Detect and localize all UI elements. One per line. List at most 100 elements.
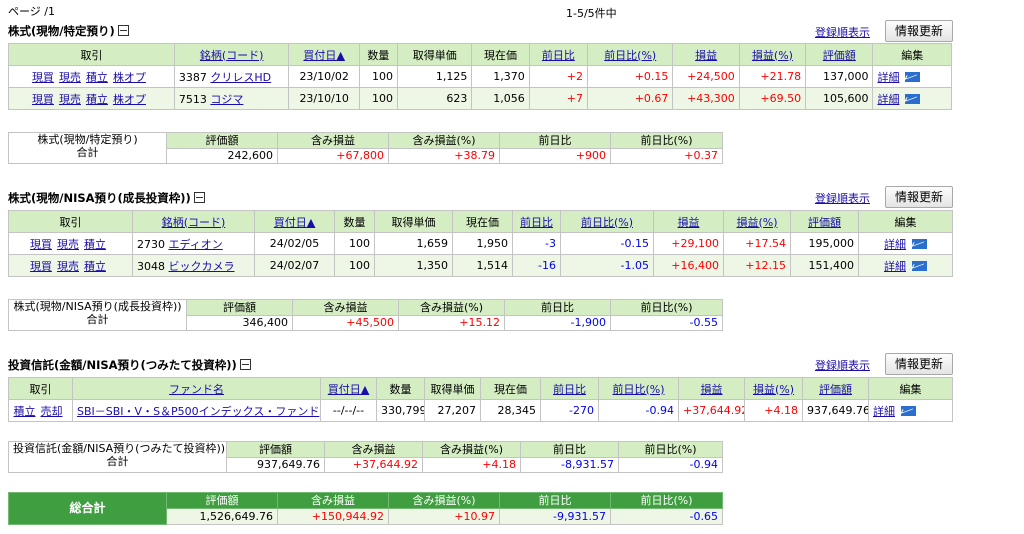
col-header[interactable]: 前日比(%) [598,377,679,400]
accumulate-link[interactable]: 積立 [14,405,36,418]
summary-header: 含み損益(%) [422,441,521,458]
grand-total-header: 前日比 [499,492,611,509]
mail-icon[interactable] [905,93,921,104]
sort-registration-link[interactable]: 登録順表示 [815,24,870,40]
accumulate-link[interactable]: 積立 [86,71,108,84]
quantity: 100 [358,65,399,88]
summary-label-line2: 合計 [106,455,129,468]
detail-link[interactable]: 詳細 [877,93,899,106]
col-header[interactable]: 前日比(%) [586,43,674,66]
summary-label: 株式(現物/NISA預り(成長投資枠)) 合計 [8,299,187,331]
quantity: 100 [358,87,399,110]
summary-day-change: +900 [499,148,611,164]
collapse-icon[interactable] [193,192,205,203]
summary-valuation: 346,400 [186,315,293,331]
col-header[interactable]: 損益(%) [744,377,803,400]
edit-cell: 詳細 [868,399,953,422]
stock-name-link[interactable]: クリレスHD [210,71,271,84]
col-header[interactable]: 前日比 [540,377,599,400]
current-price: 1,514 [452,254,513,277]
col-header[interactable]: 評価額 [790,210,859,233]
col-header[interactable]: ファンド名 [72,377,321,400]
collapse-icon[interactable] [117,25,129,36]
col-header: 取引 [8,210,133,233]
col-header: 数量 [358,43,399,66]
sort-registration-link[interactable]: 登録順表示 [815,357,870,373]
summary-day-change-pct: -0.55 [610,315,723,331]
col-header[interactable]: 損益 [678,377,745,400]
grand-total-table: 総合計 評価額 含み損益 含み損益(%) 前日比 前日比(%) 1,526,64… [8,492,723,525]
summary-label-line1: 株式(現物/特定預り) [37,133,138,147]
mail-icon[interactable] [912,238,927,249]
holdings-table-stock-specific: 取引 銘柄(コード) 買付日▲ 数量 取得単価 現在価 前日比 前日比(%) 損… [8,43,952,110]
table-row: 現買 現売 積立 株オプ 7513 コジマ 23/10/10 100 623 1,05… [8,87,952,110]
detail-link[interactable]: 詳細 [873,405,895,418]
holdings-table-stock-nisa: 取引 銘柄(コード) 買付日▲ 数量 取得単価 現在価 前日比 前日比(%) 損… [8,210,953,277]
sort-registration-link[interactable]: 登録順表示 [815,190,870,206]
stock-name-link[interactable]: エディオン [169,238,223,251]
sell-link[interactable]: 現売 [57,238,79,251]
summary-header: 含み損益 [324,441,423,458]
valuation: 195,000 [790,232,859,255]
sell-link[interactable]: 売却 [41,405,63,418]
col-header[interactable]: 銘柄(コード) [132,210,255,233]
edit-cell: 詳細 [872,87,952,110]
valuation: 151,400 [790,254,859,277]
mail-icon[interactable] [912,260,927,271]
current-price: 1,370 [471,65,530,88]
col-header[interactable]: 評価額 [802,377,869,400]
summary-table-fund-nisa: 投資信託(金額/NISA預り(つみたて投資枠)) 合計 評価額 含み損益 含み損益… [8,441,723,473]
col-header[interactable]: 評価額 [805,43,874,66]
cost-price: 1,125 [397,65,473,88]
detail-link[interactable]: 詳細 [877,71,899,84]
refresh-button[interactable]: 情報更新 [885,20,953,42]
col-header[interactable]: 損益(%) [723,210,791,233]
col-header[interactable]: 買付日▲ [320,377,377,400]
purchase-date: 24/02/07 [254,254,335,277]
mail-icon[interactable] [905,71,921,82]
day-change-pct: +0.67 [586,87,674,110]
accumulate-link[interactable]: 積立 [84,238,106,251]
refresh-button[interactable]: 情報更新 [885,353,953,375]
mail-icon[interactable] [901,405,916,416]
day-change: -270 [540,399,599,422]
sell-link[interactable]: 現売 [59,71,81,84]
stock-name-link[interactable]: ビックカメラ [169,260,235,273]
sell-link[interactable]: 現売 [59,93,81,106]
col-header[interactable]: 前日比 [528,43,589,66]
day-change: -16 [512,254,561,277]
buy-link[interactable]: 現買 [32,93,54,106]
col-header[interactable]: 買付日▲ [288,43,360,66]
col-header[interactable]: 買付日▲ [254,210,335,233]
col-header[interactable]: 損益 [672,43,740,66]
col-header[interactable]: 前日比(%) [560,210,654,233]
stock-option-link[interactable]: 株オプ [113,71,146,84]
stock-name-link[interactable]: コジマ [210,93,243,106]
stock-option-link[interactable]: 株オプ [113,93,146,106]
summary-header: 含み損益(%) [388,132,500,149]
collapse-icon[interactable] [239,359,251,370]
valuation: 937,649.76 [802,399,869,422]
col-header[interactable]: 損益 [653,210,724,233]
detail-link[interactable]: 詳細 [884,260,906,273]
fund-name-link[interactable]: SBI－SBI・V・S＆P500インデックス・ファンド [77,405,319,418]
buy-link[interactable]: 現買 [32,71,54,84]
trade-actions: 現買 現売 積立 [8,232,133,255]
col-header[interactable]: 銘柄(コード) [173,43,290,66]
accumulate-link[interactable]: 積立 [86,93,108,106]
trade-actions: 現買 現売 積立 [8,254,133,277]
col-header[interactable]: 損益(%) [738,43,807,66]
col-header[interactable]: 前日比 [512,210,561,233]
current-price: 1,056 [471,87,530,110]
accumulate-link[interactable]: 積立 [84,260,106,273]
table-row: 積立 売却 SBI－SBI・V・S＆P500インデックス・ファンド --/--/-… [8,399,953,422]
profit-loss-pct: +21.78 [738,65,807,88]
sell-link[interactable]: 現売 [57,260,79,273]
buy-link[interactable]: 現買 [30,238,52,251]
detail-link[interactable]: 詳細 [884,238,906,251]
summary-day-change: -1,900 [504,315,611,331]
refresh-button[interactable]: 情報更新 [885,186,953,208]
buy-link[interactable]: 現買 [30,260,52,273]
col-header: 現在価 [452,210,513,233]
day-change-pct: -0.15 [560,232,654,255]
